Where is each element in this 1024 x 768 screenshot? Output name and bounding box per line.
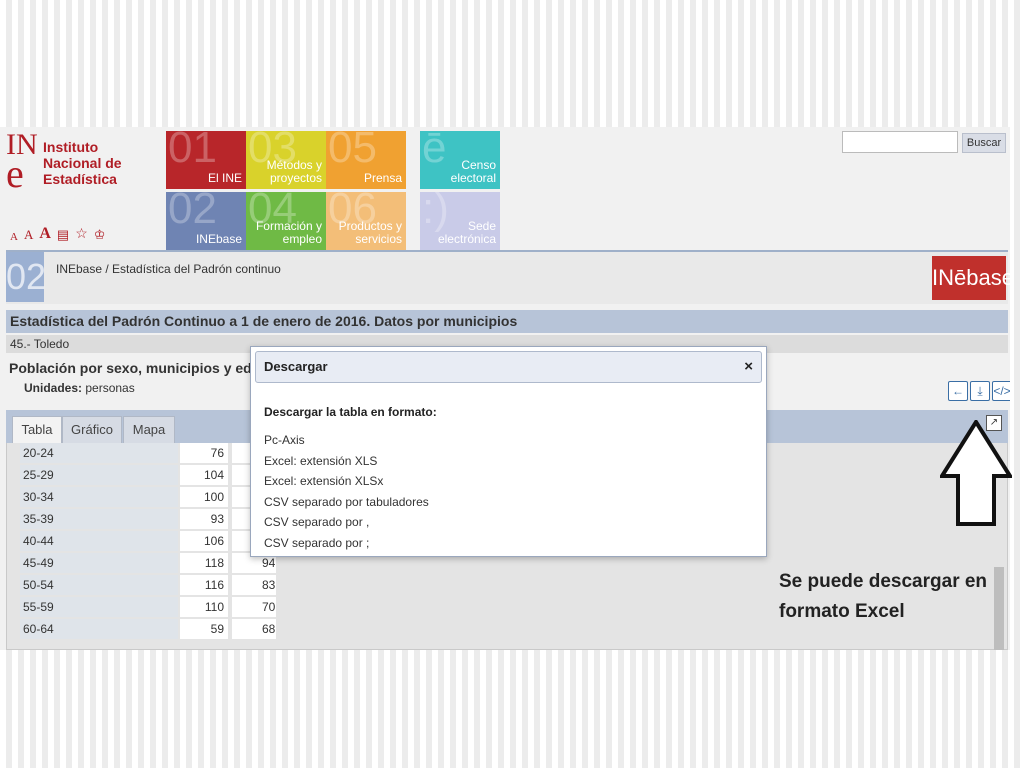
units-line: Unidades: personas xyxy=(24,381,135,395)
units-value: personas xyxy=(85,381,135,395)
logo-line2: Nacional de xyxy=(43,155,122,171)
table-cell-v2: 83 xyxy=(232,575,276,595)
download-dialog: Descargar × Descargar la tabla en format… xyxy=(250,346,767,557)
font-size-medium-button[interactable]: A xyxy=(24,227,33,243)
units-label: Unidades: xyxy=(24,381,83,395)
download-icon[interactable]: ⤓ xyxy=(970,381,990,401)
tile-label: Prensa xyxy=(363,171,402,185)
sitemap-icon[interactable]: ♔ xyxy=(94,227,106,243)
table-cell-age: 40-44 xyxy=(20,531,178,551)
table-cell-age: 55-59 xyxy=(20,597,178,617)
search-button[interactable]: Buscar xyxy=(962,133,1006,153)
favorite-star-icon[interactable]: ☆ xyxy=(75,226,88,243)
menu-tile-5[interactable]: 06 Productos y servicios xyxy=(326,192,406,250)
dialog-title: Descargar xyxy=(264,359,328,374)
table-cell-v1: 104 xyxy=(180,465,228,485)
table-cell-age: 20-24 xyxy=(20,443,178,463)
tab-tabla[interactable]: Tabla xyxy=(12,416,62,443)
tile-label: Productos y servicios xyxy=(338,219,402,246)
up-arrow-annotation xyxy=(940,420,1012,526)
tile-label: INEbase xyxy=(195,232,242,246)
dialog-header: Descargar × xyxy=(255,351,762,383)
format-option-2[interactable]: Excel: extensión XLSx xyxy=(264,474,383,488)
ine-logo[interactable]: IN e Instituto Nacional de Estadística xyxy=(6,130,156,211)
font-size-small-button[interactable]: A xyxy=(10,231,18,243)
logo-name: Instituto Nacional de Estadística xyxy=(43,139,122,187)
table-cell-v1: 106 xyxy=(180,531,228,551)
menu-tile-7[interactable]: :) Sede electrónica xyxy=(420,192,500,250)
tile-label: Censo electoral xyxy=(450,158,496,185)
table-cell-age: 60-64 xyxy=(20,619,178,639)
table-cell-v1: 76 xyxy=(180,443,228,463)
tab-mapa[interactable]: Mapa xyxy=(123,416,175,443)
scrollbar[interactable] xyxy=(994,567,1004,650)
table-cell-v1: 110 xyxy=(180,597,228,617)
menu-tile-4[interactable]: 05 Prensa xyxy=(326,131,406,189)
table-cell-v1: 59 xyxy=(180,619,228,639)
print-icon[interactable]: ▤ xyxy=(57,227,69,243)
logo-line3: Estadística xyxy=(43,171,117,187)
annotation-line1: Se puede descargar en xyxy=(779,571,988,592)
annotation-line2: formato Excel xyxy=(779,601,905,622)
table-cell-v1: 118 xyxy=(180,553,228,573)
table-cell-age: 30-34 xyxy=(20,487,178,507)
back-arrow-icon[interactable]: ← xyxy=(948,381,968,401)
tile-label: Formación y empleo xyxy=(255,219,322,246)
page-title: Estadística del Padrón Continuo a 1 de e… xyxy=(6,310,1008,333)
menu-tile-6[interactable]: ē Censo electoral xyxy=(420,131,500,189)
tile-number: 05 xyxy=(328,131,377,172)
dialog-lead: Descargar la tabla en formato: xyxy=(264,405,437,419)
font-size-large-button[interactable]: A xyxy=(39,225,51,243)
logo-mark: IN e xyxy=(6,130,38,196)
table-actions: ← ⤓ </> xyxy=(948,381,1010,401)
table-cell-v2: 68 xyxy=(232,619,276,639)
tile-label: Sede electrónica xyxy=(437,219,496,246)
tile-number: 01 xyxy=(168,131,217,172)
table-cell-v1: 116 xyxy=(180,575,228,595)
table-title: Población por sexo, municipios y edad (g… xyxy=(9,360,291,376)
menu-tile-2[interactable]: 03 Métodos y proyectos xyxy=(246,131,326,189)
table-cell-age: 25-29 xyxy=(20,465,178,485)
tile-number: 02 xyxy=(168,192,217,233)
table-cell-v2: 70 xyxy=(232,597,276,617)
tile-label: Métodos y proyectos xyxy=(266,158,322,185)
format-option-0[interactable]: Pc-Axis xyxy=(264,433,305,447)
menu-tile-0[interactable]: 01 El INE xyxy=(166,131,246,189)
format-option-3[interactable]: CSV separado por tabuladores xyxy=(264,495,429,509)
tab-grafico[interactable]: Gráfico xyxy=(62,416,122,443)
annotation-note: Se puede descargar en formato Excel xyxy=(779,567,987,627)
breadcrumb[interactable]: INEbase / Estadística del Padrón continu… xyxy=(56,262,281,276)
logo-line1: Instituto xyxy=(43,139,99,155)
table-cell-v1: 93 xyxy=(180,509,228,529)
logo-mark-bottom: e xyxy=(6,151,24,196)
inebase-logo[interactable]: INēbase xyxy=(932,256,1010,300)
search-input[interactable] xyxy=(842,131,958,153)
format-option-5[interactable]: CSV separado por ; xyxy=(264,536,369,550)
table-cell-v1: 100 xyxy=(180,487,228,507)
table-cell-age: 35-39 xyxy=(20,509,178,529)
breadcrumb-bar: 02 INEbase / Estadística del Padrón cont… xyxy=(6,250,1010,304)
format-option-4[interactable]: CSV separado por , xyxy=(264,515,369,529)
embed-code-icon[interactable]: </> xyxy=(992,381,1010,401)
accessibility-toolbar: A A A ▤ ☆ ♔ xyxy=(10,225,105,243)
section-number: 02 xyxy=(6,252,46,302)
menu-tile-3[interactable]: 04 Formación y empleo xyxy=(246,192,326,250)
table-cell-age: 45-49 xyxy=(20,553,178,573)
format-option-1[interactable]: Excel: extensión XLS xyxy=(264,454,377,468)
menu-tile-1[interactable]: 02 INEbase xyxy=(166,192,246,250)
tile-label: El INE xyxy=(207,171,242,185)
table-cell-age: 50-54 xyxy=(20,575,178,595)
close-icon[interactable]: × xyxy=(744,358,753,375)
